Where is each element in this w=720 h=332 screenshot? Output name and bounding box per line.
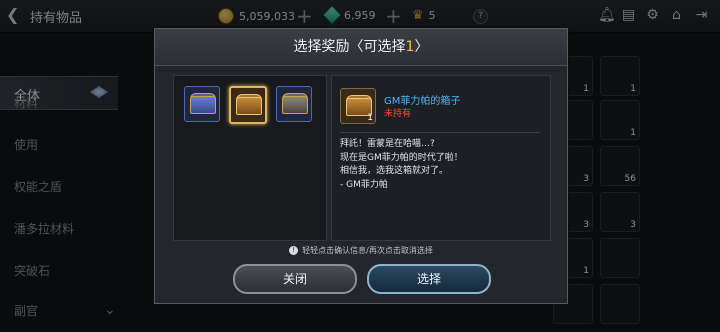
item-status: 未持有 <box>384 109 412 119</box>
select-button[interactable]: 选择 <box>367 264 491 294</box>
selected-item-icon: 1 <box>340 88 376 124</box>
divider <box>340 132 540 133</box>
info-icon: ! <box>289 246 299 255</box>
reward-detail-panel: 1 GM菲力帕的箱子 未持有 拜託！雷蒙是在哈喵…? 现在是GM菲力帕的时代了啦… <box>331 75 551 241</box>
item-name: GM菲力帕的箱子 <box>384 96 461 107</box>
reward-option-gm-chest[interactable] <box>229 86 267 124</box>
description-line: 现在是GM菲力帕的时代了啦！ <box>340 152 463 163</box>
description-line: - GM菲力帕 <box>340 179 388 190</box>
close-button[interactable]: 关闭 <box>233 264 357 294</box>
item-description: 拜託！雷蒙是在哈喵…? 现在是GM菲力帕的时代了啦！ 相信我，选我这箱就对了。 … <box>340 138 540 192</box>
hint-text: ! 轻轻点击确认信息/再次点击取消选择 <box>155 245 567 256</box>
description-line: 相信我，选我这箱就对了。 <box>340 166 449 176</box>
reward-select-dialog: 选择奖励〈可选择1〉 1 GM菲力帕的箱子 未持有 拜託！雷蒙是在哈喵…? 现在… <box>154 28 568 304</box>
description-line: 拜託！雷蒙是在哈喵…? <box>340 139 435 149</box>
reward-options-panel <box>173 75 327 241</box>
reward-option-blue-chest[interactable] <box>184 86 220 122</box>
item-count: 1 <box>367 113 373 123</box>
dialog-header: 选择奖励〈可选择1〉 <box>155 29 567 66</box>
reward-option-silver-chest[interactable] <box>276 86 312 122</box>
dialog-title: 选择奖励〈可选择1〉 <box>293 39 429 55</box>
